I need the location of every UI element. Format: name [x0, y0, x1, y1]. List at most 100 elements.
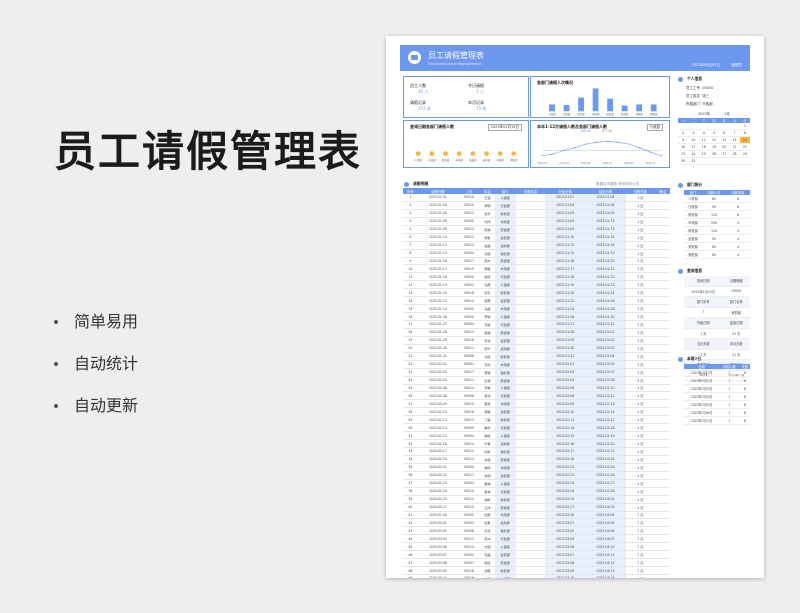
table-cell[interactable]: 采购部 [494, 344, 516, 353]
table-cell[interactable]: 00005 [458, 511, 481, 520]
table-cell[interactable]: 周杰 [480, 257, 495, 266]
table-cell[interactable]: 2023-02-03 [545, 368, 586, 377]
table-cell[interactable] [655, 241, 670, 250]
table-cell[interactable]: 3 [403, 209, 418, 218]
table-cell[interactable]: 2023-01-30 [585, 312, 626, 321]
table-cell[interactable]: 罗娟 [480, 312, 495, 321]
table-cell[interactable]: 2023-01-20 [585, 257, 626, 266]
table-cell[interactable]: 00012 [458, 495, 481, 504]
table-cell[interactable] [515, 511, 546, 520]
table-cell[interactable] [515, 471, 546, 480]
table-cell[interactable]: 2023-01-29 [545, 336, 586, 345]
table-cell[interactable]: 2023-01-18 [417, 272, 459, 282]
table-cell[interactable]: 2023-02-01 [585, 328, 626, 337]
table-cell[interactable]: 销售部 [494, 368, 516, 377]
table-cell[interactable] [515, 304, 546, 314]
table-cell[interactable]: 2023-02-13 [545, 415, 586, 425]
table-cell[interactable]: 贾敏 [480, 407, 495, 417]
table-cell[interactable]: 高峰 [480, 320, 495, 329]
table-cell[interactable]: 2023-02-05 [585, 360, 626, 369]
table-cell[interactable]: 00019 [458, 264, 481, 274]
table-cell[interactable]: 廖凯 [480, 574, 495, 578]
table-cell[interactable] [515, 423, 546, 433]
table-cell[interactable]: 市场部 [494, 304, 516, 314]
table-cell[interactable]: 2023-02-17 [417, 447, 459, 456]
table-cell[interactable]: 00008 [458, 526, 481, 536]
table-cell[interactable] [655, 209, 670, 218]
table-cell[interactable]: 1 天 [625, 249, 656, 258]
table-cell[interactable]: 市场部 [494, 574, 516, 578]
table-cell[interactable]: 00017 [458, 368, 481, 377]
table-cell[interactable]: 00021 [458, 280, 481, 290]
table-cell[interactable] [515, 407, 546, 417]
table-cell[interactable]: 2 天 [625, 352, 656, 361]
table-cell[interactable]: 11 [403, 272, 418, 282]
table-cell[interactable]: 1 天 [625, 194, 656, 202]
table-cell[interactable]: 1 天 [625, 225, 656, 234]
table-cell[interactable]: 宋涛 [480, 336, 495, 345]
table-cell[interactable]: 范冰 [480, 534, 495, 544]
table-cell[interactable]: 38 [403, 487, 418, 496]
calendar-day[interactable]: 6 [719, 129, 730, 137]
table-cell[interactable]: 2023-01-30 [545, 344, 586, 353]
table-cell[interactable]: 2023-02-09 [545, 399, 586, 409]
table-cell[interactable]: 1 天 [625, 296, 656, 306]
table-cell[interactable] [655, 194, 670, 202]
table-cell[interactable]: 丁磊 [480, 415, 495, 425]
table-cell[interactable]: 韩雪 [480, 296, 495, 306]
table-cell[interactable]: 2023-01-17 [545, 264, 586, 274]
table-cell[interactable] [655, 503, 670, 512]
table-cell[interactable]: 曹颖 [480, 368, 495, 377]
table-cell[interactable]: 2023-02-10 [585, 384, 626, 393]
table-cell[interactable]: 00014 [458, 542, 481, 552]
table-cell[interactable]: 戴静 [480, 479, 495, 488]
table-cell[interactable]: 2023-02-23 [545, 479, 586, 488]
table-cell[interactable]: 2023-01-24 [545, 304, 586, 314]
table-cell[interactable] [655, 352, 670, 361]
table-cell[interactable] [655, 511, 670, 520]
table-cell[interactable]: 47 [403, 558, 418, 568]
table-cell[interactable]: 财务部 [494, 415, 516, 425]
table-cell[interactable]: 2023-02-28 [417, 511, 459, 520]
table-cell[interactable]: 孙丽 [480, 249, 495, 258]
table-cell[interactable] [515, 249, 546, 258]
table-cell[interactable]: 44 [403, 534, 418, 544]
table-cell[interactable]: 张华 [480, 209, 495, 218]
table-cell[interactable]: 杨帆 [480, 233, 495, 242]
table-cell[interactable]: 蔡勇 [480, 399, 495, 409]
table-cell[interactable]: 2023-03-01 [585, 495, 626, 504]
table-cell[interactable]: 00009 [458, 423, 481, 433]
calendar-day[interactable]: 23 [678, 150, 689, 158]
table-cell[interactable]: 余丽 [480, 455, 495, 464]
table-cell[interactable] [515, 328, 546, 337]
table-cell[interactable]: 杜明 [480, 471, 495, 480]
table-cell[interactable]: 2023-02-23 [417, 479, 459, 488]
table-cell[interactable]: 2023-02-14 [585, 407, 626, 417]
table-cell[interactable]: 2023-01-26 [417, 312, 459, 321]
table-cell[interactable]: 何平 [480, 288, 495, 298]
table-cell[interactable]: 00018 [458, 407, 481, 417]
table-cell[interactable]: 2023-02-16 [545, 439, 586, 448]
calendar-day[interactable]: 18 [698, 143, 709, 151]
table-cell[interactable]: 2023-01-28 [417, 328, 459, 337]
table-cell[interactable] [655, 566, 670, 575]
table-cell[interactable]: 2 天 [625, 272, 656, 282]
table-cell[interactable] [515, 439, 546, 448]
table-cell[interactable]: 34 [403, 455, 418, 464]
table-cell[interactable]: 2023-03-06 [545, 542, 586, 552]
table-cell[interactable]: 谭笑 [480, 566, 495, 575]
table-cell[interactable]: 26 [403, 391, 418, 401]
table-cell[interactable]: 6 [403, 233, 418, 242]
calendar-day[interactable]: 9 [678, 136, 689, 144]
table-cell[interactable] [515, 344, 546, 353]
table-cell[interactable]: 潘伟 [480, 463, 495, 472]
table-cell[interactable]: 2023-01-08 [585, 201, 626, 210]
calendar-day[interactable]: 22 [739, 143, 750, 151]
table-cell[interactable]: 2023-02-21 [545, 463, 586, 472]
calendar-day[interactable]: 14 [729, 136, 740, 144]
table-cell[interactable]: 2023-01-30 [417, 344, 459, 353]
table-cell[interactable]: 市场部 [494, 217, 516, 226]
table-cell[interactable]: 研发部 [494, 328, 516, 337]
table-cell[interactable]: 1 [403, 194, 418, 202]
table-cell[interactable] [515, 574, 546, 578]
